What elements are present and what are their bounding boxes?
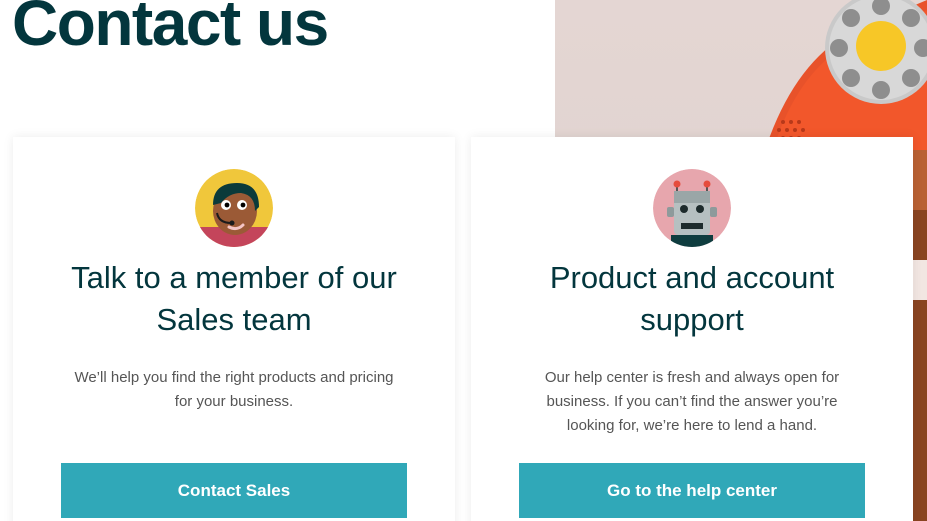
sales-card-description: We’ll help you find the right products a… bbox=[53, 366, 415, 414]
support-card-description: Our help center is fresh and always open… bbox=[511, 366, 873, 438]
sales-card: Talk to a member of our Sales team We’ll… bbox=[13, 137, 455, 521]
sales-card-description-line-2: for your business. bbox=[174, 393, 294, 410]
sales-card-title: Talk to a member of our Sales team bbox=[13, 257, 455, 341]
support-card-title: Product and account support bbox=[471, 257, 913, 341]
sales-card-description-line-1: We’ll help you find the right products a… bbox=[74, 369, 394, 386]
contact-page: Contact us Talk to a member of our Sales… bbox=[0, 0, 927, 521]
support-robot-icon bbox=[653, 169, 731, 247]
support-card-title-line-1: Product and account bbox=[549, 260, 835, 295]
support-card: Product and account support Our help cen… bbox=[471, 137, 913, 521]
help-center-button[interactable]: Go to the help center bbox=[519, 463, 865, 518]
contact-sales-button[interactable]: Contact Sales bbox=[61, 463, 407, 518]
sales-agent-headset-icon bbox=[195, 169, 273, 247]
support-card-description-line-1: Our help center is fresh and always open… bbox=[544, 369, 840, 386]
sales-card-title-line-2: Sales team bbox=[156, 302, 312, 337]
support-card-description-line-3: looking for, we’re here to lend a hand. bbox=[566, 417, 818, 434]
sales-card-title-line-1: Talk to a member of our bbox=[71, 260, 397, 295]
support-card-title-line-2: support bbox=[640, 302, 744, 337]
support-card-description-line-2: business. If you can’t find the answer y… bbox=[546, 393, 838, 410]
page-title: Contact us bbox=[12, 0, 329, 59]
